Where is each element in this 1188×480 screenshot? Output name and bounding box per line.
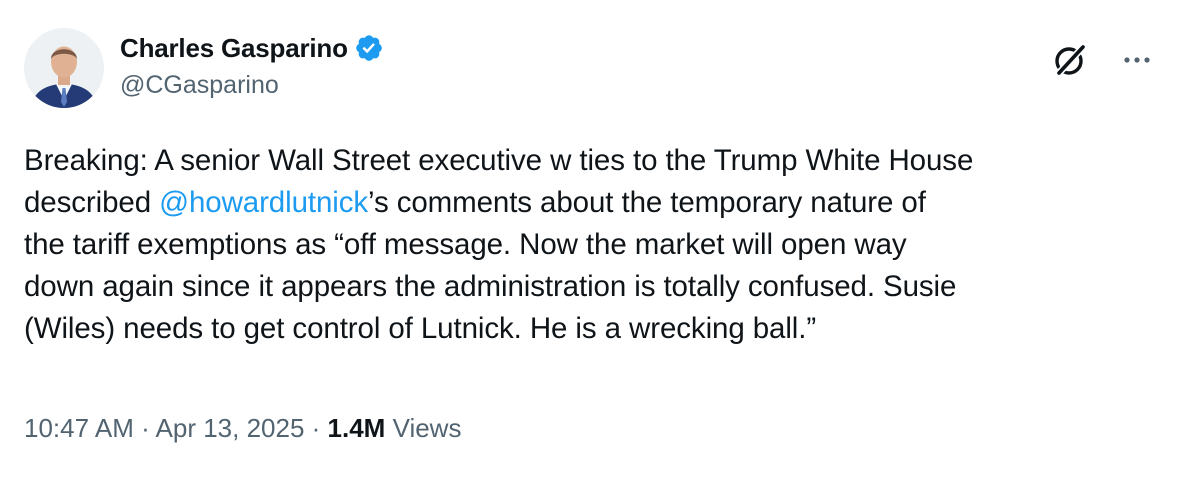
tweet-text: Breaking: A senior Wall Street executive… [24,140,1174,350]
tweet-top-actions [1050,40,1154,80]
tweet-text-line: described @howardlutnick’s comments abou… [24,182,1174,224]
tweet-text-segment: (Wiles) needs to get control of Lutnick.… [24,312,817,345]
grok-icon[interactable] [1050,40,1090,80]
tweet-date[interactable]: Apr 13, 2025 [156,413,305,443]
tweet-text-segment: described [24,186,160,219]
avatar-photo [24,28,104,108]
author-handle[interactable]: @CGasparino [120,69,384,101]
mention-link[interactable]: @howardlutnick [159,186,368,219]
author-block: Charles Gasparino @CGasparino [120,28,384,101]
author-display-name[interactable]: Charles Gasparino [120,33,348,64]
tweet-text-segment: Breaking: A senior Wall Street executive… [24,144,974,177]
tweet-metadata: 10:47 AM · Apr 13, 2025 · 1.4M Views [24,408,461,448]
tweet-text-line: (Wiles) needs to get control of Lutnick.… [24,308,1174,350]
more-options-icon[interactable] [1120,43,1154,77]
meta-separator: · [133,413,156,443]
tweet-text-line: Breaking: A senior Wall Street executive… [24,140,1174,182]
tweet-text-line: the tariff exemptions as “off message. N… [24,224,1174,266]
views-label: Views [385,413,462,443]
author-name-row: Charles Gasparino [120,28,384,68]
tweet-text-segment: ’s comments about the temporary nature o… [368,186,926,219]
tweet-card: Charles Gasparino @CGasparino Breaking: … [0,0,1188,480]
tweet-text-segment: the tariff exemptions as “off message. N… [24,228,907,261]
avatar[interactable] [24,28,104,108]
tweet-text-line: down again since it appears the administ… [24,266,1174,308]
views-count: 1.4M [327,413,386,443]
tweet-timestamp[interactable]: 10:47 AM [24,413,134,443]
meta-separator: · [304,413,328,443]
verified-badge-icon[interactable] [354,33,384,63]
tweet-text-segment: down again since it appears the administ… [24,270,957,303]
